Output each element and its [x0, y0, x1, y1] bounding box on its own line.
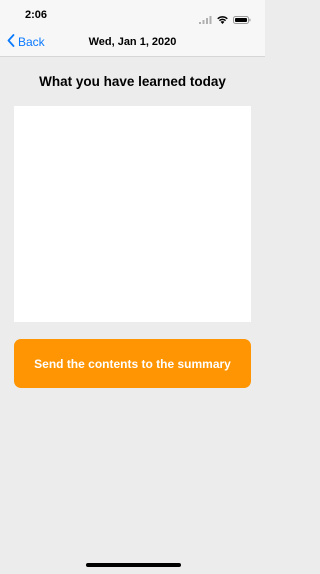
nav-title: Wed, Jan 1, 2020	[88, 36, 177, 48]
wifi-icon	[217, 11, 228, 29]
navigation-bar: Back Wed, Jan 1, 2020	[0, 30, 265, 57]
send-to-summary-button[interactable]: Send the contents to the summary	[14, 339, 251, 388]
page-heading: What you have learned today	[39, 74, 226, 89]
battery-icon	[233, 11, 251, 29]
status-bar: 2:06	[0, 0, 265, 30]
status-icons	[199, 11, 251, 29]
send-button-label: Send the contents to the summary	[34, 356, 231, 371]
learned-text-input[interactable]	[14, 106, 251, 322]
app-screen: 2:06 Back Wed, Jan 1, 2020 What you have…	[0, 0, 265, 574]
home-indicator	[86, 563, 181, 567]
status-time: 2:06	[25, 9, 48, 21]
signal-icon	[199, 11, 212, 29]
